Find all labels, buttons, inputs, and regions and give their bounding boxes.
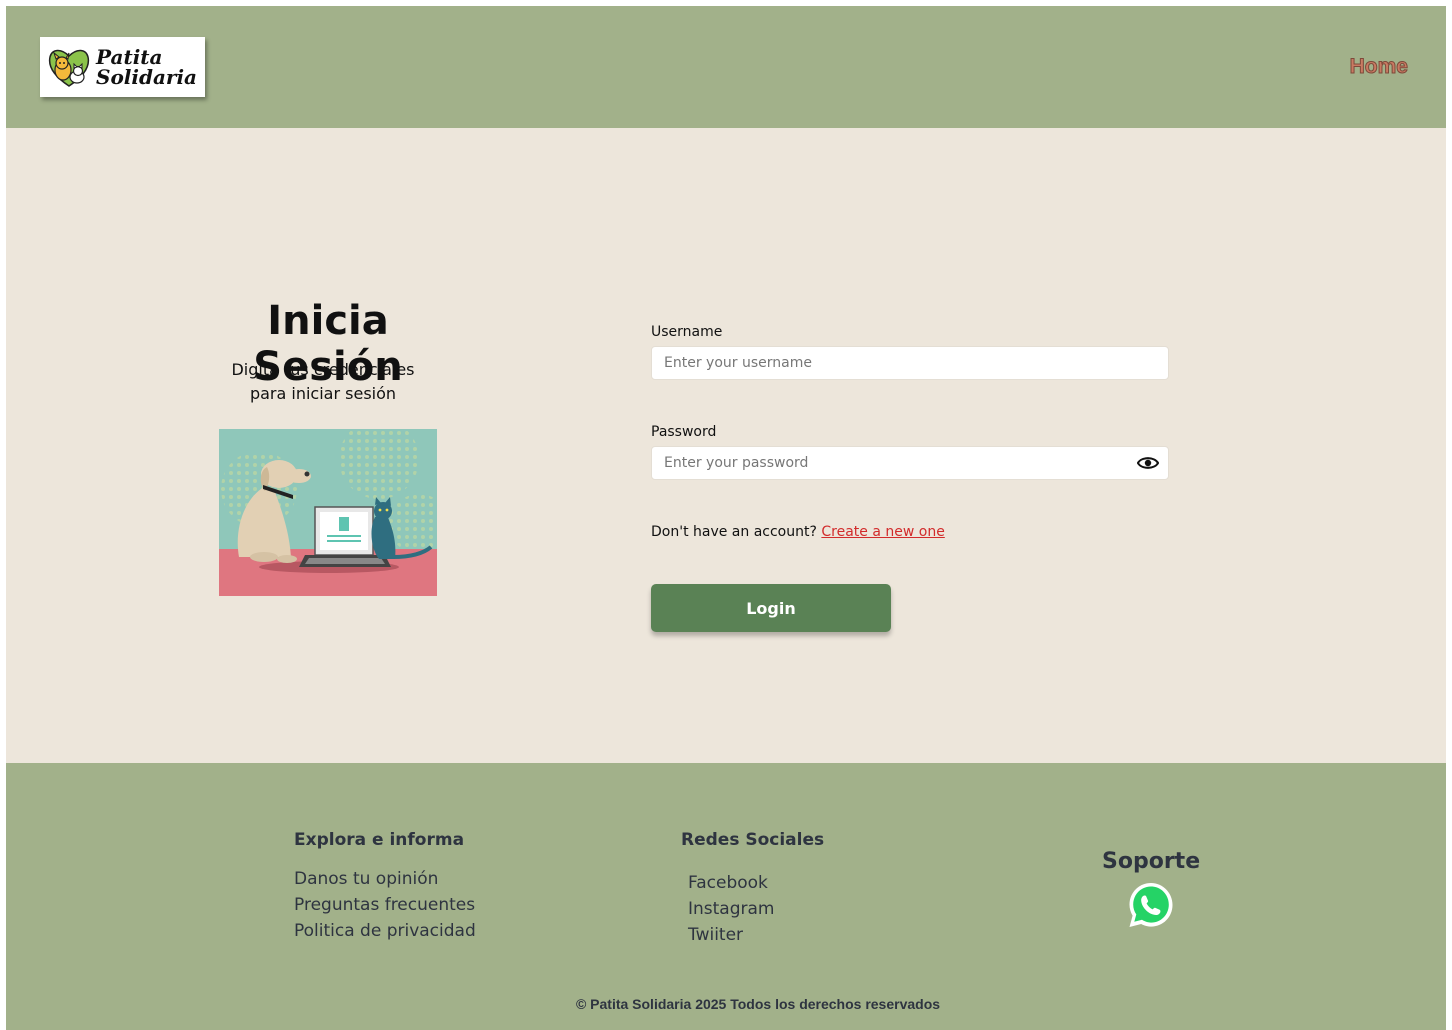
logo[interactable]: Patita Solidaria <box>40 37 205 97</box>
username-field-wrap <box>651 346 1169 380</box>
username-label: Username <box>651 324 723 340</box>
eye-icon[interactable] <box>1137 454 1159 472</box>
footer-link-opinion[interactable]: Danos tu opinión <box>294 866 476 892</box>
create-account-link[interactable]: Create a new one <box>821 524 944 540</box>
nav-home-link[interactable]: Home <box>1349 55 1408 79</box>
logo-text: Patita Solidaria <box>96 47 197 87</box>
username-input[interactable] <box>651 346 1169 380</box>
logo-dog-cat-icon <box>48 49 90 87</box>
footer-explore-column: Explora e informa Danos tu opinión Pregu… <box>294 830 476 944</box>
footer-link-twitter[interactable]: Twiiter <box>681 922 824 948</box>
page: Patita Solidaria Home Inicia Sesión Digi… <box>6 6 1446 1030</box>
footer-link-instagram[interactable]: Instagram <box>681 896 824 922</box>
login-button[interactable]: Login <box>651 584 891 632</box>
footer: Explora e informa Danos tu opinión Pregu… <box>6 763 1446 1030</box>
header: Patita Solidaria Home <box>6 6 1446 128</box>
footer-support: Soporte <box>1102 849 1200 934</box>
password-input[interactable] <box>651 446 1169 480</box>
footer-link-facebook[interactable]: Facebook <box>681 870 824 896</box>
password-field-wrap <box>651 446 1169 480</box>
logo-line-2: Solidaria <box>96 65 198 89</box>
footer-social-column: Redes Sociales Facebook Instagram Twiite… <box>681 830 824 948</box>
dog-cat-laptop-illustration <box>219 429 437 596</box>
signup-prompt-text: Don't have an account? <box>651 524 817 540</box>
logo-line-1: Patita <box>96 45 163 69</box>
footer-support-title: Soporte <box>1102 849 1201 874</box>
footer-link-privacy[interactable]: Politica de privacidad <box>294 918 476 944</box>
whatsapp-icon[interactable] <box>1126 880 1176 930</box>
signup-prompt: Don't have an account? Create a new one <box>651 524 945 540</box>
footer-social-title: Redes Sociales <box>681 830 825 850</box>
page-subtitle: Digita tus credenciales para iniciar ses… <box>231 360 415 403</box>
footer-copyright: © Patita Solidaria 2025 Todos los derech… <box>575 996 941 1012</box>
login-form: Username Password <box>651 324 1171 480</box>
footer-explore-title: Explora e informa <box>294 830 465 850</box>
password-label: Password <box>651 424 717 440</box>
footer-link-faq[interactable]: Preguntas frecuentes <box>294 892 476 918</box>
